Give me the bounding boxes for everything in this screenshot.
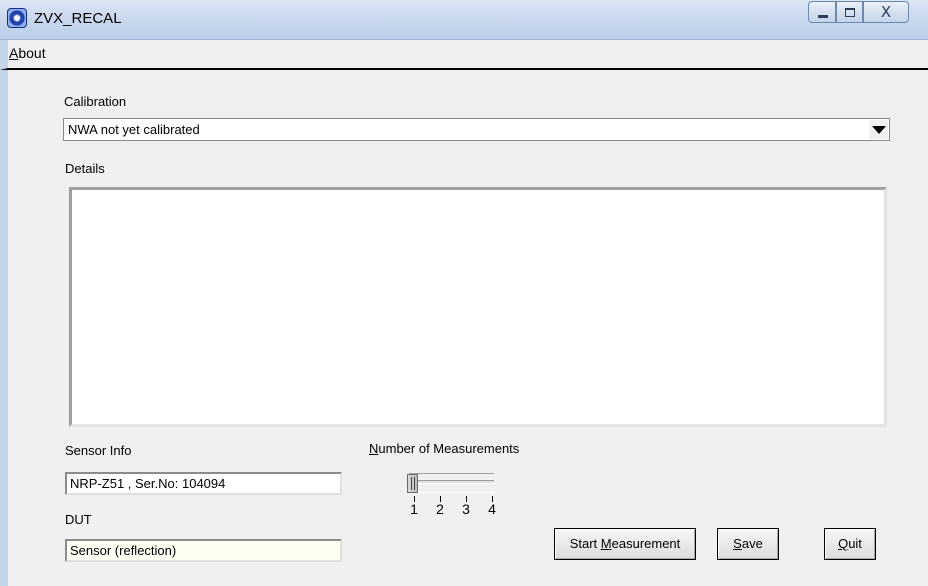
calibration-label: Calibration	[64, 94, 127, 109]
measurements-slider-track[interactable]	[409, 473, 494, 493]
main-panel: Calibration NWA not yet calibrated Detai…	[0, 70, 928, 586]
close-button[interactable]: X	[863, 1, 909, 23]
menu-bar: About	[0, 40, 928, 70]
details-textarea[interactable]	[69, 187, 887, 427]
close-icon: X	[880, 3, 892, 21]
minimize-button[interactable]	[808, 1, 836, 23]
calibration-select[interactable]: NWA not yet calibrated	[63, 118, 890, 141]
menu-item-about[interactable]: About	[9, 45, 46, 61]
quit-button[interactable]: Quit	[824, 528, 876, 560]
maximize-button[interactable]	[836, 1, 863, 23]
sensor-info-field[interactable]: NRP-Z51 , Ser.No: 104094	[65, 472, 342, 495]
slider-tick-label: 1	[410, 501, 418, 517]
slider-tick-label: 2	[436, 501, 444, 517]
window-title: ZVX_RECAL	[34, 10, 122, 27]
app-logo-icon[interactable]	[7, 8, 27, 28]
dut-label: DUT	[65, 512, 92, 527]
start-measurement-button[interactable]: Start Measurement	[554, 528, 696, 560]
details-label: Details	[65, 161, 105, 176]
maximize-icon	[845, 8, 855, 17]
save-button[interactable]: Save	[717, 528, 779, 560]
dut-field[interactable]: Sensor (reflection)	[65, 539, 342, 562]
title-bar[interactable]: ZVX_RECAL X	[0, 0, 928, 40]
measurements-label: Number of Measurements	[369, 441, 520, 456]
slider-tick-label: 3	[462, 501, 470, 517]
slider-groove	[409, 480, 494, 484]
chevron-down-icon[interactable]	[869, 120, 888, 139]
calibration-selected-value: NWA not yet calibrated	[68, 122, 200, 137]
measurements-slider-thumb[interactable]	[407, 474, 418, 493]
sensor-info-label: Sensor Info	[65, 443, 132, 458]
slider-tick-label: 4	[488, 501, 496, 517]
minimize-icon	[818, 15, 828, 18]
